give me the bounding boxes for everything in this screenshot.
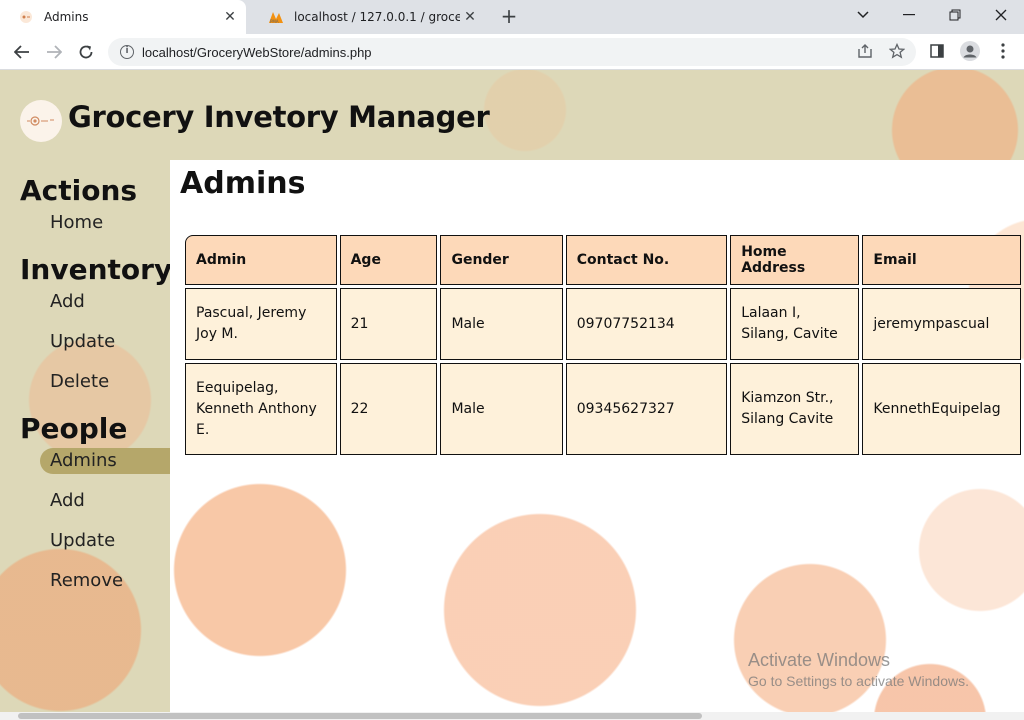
sidebar-item-home[interactable]: Home — [40, 210, 170, 236]
sidebar-item-people-update[interactable]: Update — [40, 528, 170, 554]
site-favicon-icon — [18, 9, 34, 25]
column-header-home-address: Home Address — [730, 235, 860, 285]
cell-age: 22 — [339, 363, 438, 455]
sidebar: Actions Home Inventory Add Update Delete… — [0, 160, 173, 712]
column-header-admin: Admin — [185, 235, 337, 285]
forward-arrow-icon[interactable] — [42, 40, 66, 64]
table-header-row: Admin Age Gender Contact No. Home Addres… — [185, 235, 1021, 285]
sidebar-item-people-add[interactable]: Add — [40, 488, 170, 514]
bookmark-star-icon[interactable] — [888, 42, 906, 61]
share-icon[interactable] — [856, 43, 874, 61]
watermark-subtitle: Go to Settings to activate Windows. — [748, 673, 969, 689]
cell-email: KennethEquipelag — [862, 363, 1021, 455]
kebab-menu-icon[interactable] — [994, 43, 1012, 61]
url-text: localhost/GroceryWebStore/admins.php — [142, 44, 372, 60]
restore-icon[interactable] — [932, 0, 978, 30]
tab-phpmyadmin[interactable]: PMA localhost / 127.0.0.1 / grocerydb ✕ — [250, 0, 486, 34]
cell-gender: Male — [440, 363, 563, 455]
phpmyadmin-icon: PMA — [268, 9, 284, 25]
cell-admin: Eequipelag, Kenneth Anthony E. — [185, 363, 337, 455]
tab-close-icon[interactable]: ✕ — [460, 9, 480, 25]
reload-icon[interactable] — [74, 40, 98, 64]
minimize-icon[interactable] — [886, 0, 932, 30]
cell-age: 21 — [339, 288, 438, 360]
scrollbar-thumb[interactable] — [18, 713, 702, 719]
sidebar-heading-inventory: Inventory — [20, 253, 173, 286]
admins-table: Admin Age Gender Contact No. Home Addres… — [182, 232, 1024, 458]
address-bar[interactable]: i localhost/GroceryWebStore/admins.php — [108, 38, 916, 66]
sidebar-item-inventory-add[interactable]: Add — [40, 289, 170, 315]
column-header-age: Age — [339, 235, 438, 285]
column-header-email: Email — [862, 235, 1021, 285]
page-title: Admins — [180, 166, 306, 201]
new-tab-icon[interactable]: + — [498, 5, 520, 27]
browser-toolbar: i localhost/GroceryWebStore/admins.php — [0, 34, 1024, 70]
page-content: Grocery Invetory Manager Actions Home In… — [0, 70, 1024, 712]
cell-home-address: Lalaan I, Silang, Cavite — [730, 288, 860, 360]
site-info-icon[interactable]: i — [120, 45, 134, 59]
site-logo — [20, 100, 62, 142]
tab-search-chevron-icon[interactable] — [840, 0, 886, 30]
tab-title: localhost / 127.0.0.1 / grocerydb — [294, 10, 460, 24]
sidebar-heading-actions: Actions — [20, 174, 138, 207]
cell-contact: 09707752134 — [565, 288, 728, 360]
site-title: Grocery Invetory Manager — [68, 100, 490, 134]
sidebar-item-people-remove[interactable]: Remove — [40, 568, 170, 594]
sidebar-item-inventory-update[interactable]: Update — [40, 329, 170, 355]
sidebar-heading-people: People — [20, 412, 128, 445]
cell-admin: Pascual, Jeremy Joy M. — [185, 288, 337, 360]
column-header-gender: Gender — [440, 235, 563, 285]
svg-text:PMA: PMA — [270, 19, 279, 24]
cell-email: jeremympascual — [862, 288, 1021, 360]
horizontal-scrollbar[interactable] — [0, 712, 1024, 720]
main-panel: Admins Admin Age Gender Contact No. Home… — [170, 160, 1024, 712]
window-close-icon[interactable] — [978, 0, 1024, 30]
sidebar-item-admins[interactable]: Admins — [40, 448, 170, 474]
browser-tab-bar: Admins ✕ PMA localhost / 127.0.0.1 / gro… — [0, 0, 1024, 34]
tab-title: Admins — [44, 10, 89, 24]
cell-contact: 09345627327 — [565, 363, 728, 455]
table-row: Eequipelag, Kenneth Anthony E. 22 Male 0… — [185, 363, 1021, 455]
tab-close-icon[interactable]: ✕ — [220, 9, 240, 25]
cell-home-address: Kiamzon Str., Silang Cavite — [730, 363, 860, 455]
cell-gender: Male — [440, 288, 563, 360]
table-row: Pascual, Jeremy Joy M. 21 Male 097077521… — [185, 288, 1021, 360]
back-arrow-icon[interactable] — [10, 40, 34, 64]
sidebar-item-inventory-delete[interactable]: Delete — [40, 369, 170, 395]
watermark-title: Activate Windows — [748, 650, 891, 670]
profile-avatar-icon[interactable] — [958, 40, 982, 64]
side-panel-icon[interactable] — [928, 43, 946, 61]
column-header-contact: Contact No. — [565, 235, 728, 285]
tab-admins[interactable]: Admins ✕ — [0, 0, 246, 34]
activate-windows-watermark: Activate Windows Go to Settings to activ… — [748, 650, 969, 689]
